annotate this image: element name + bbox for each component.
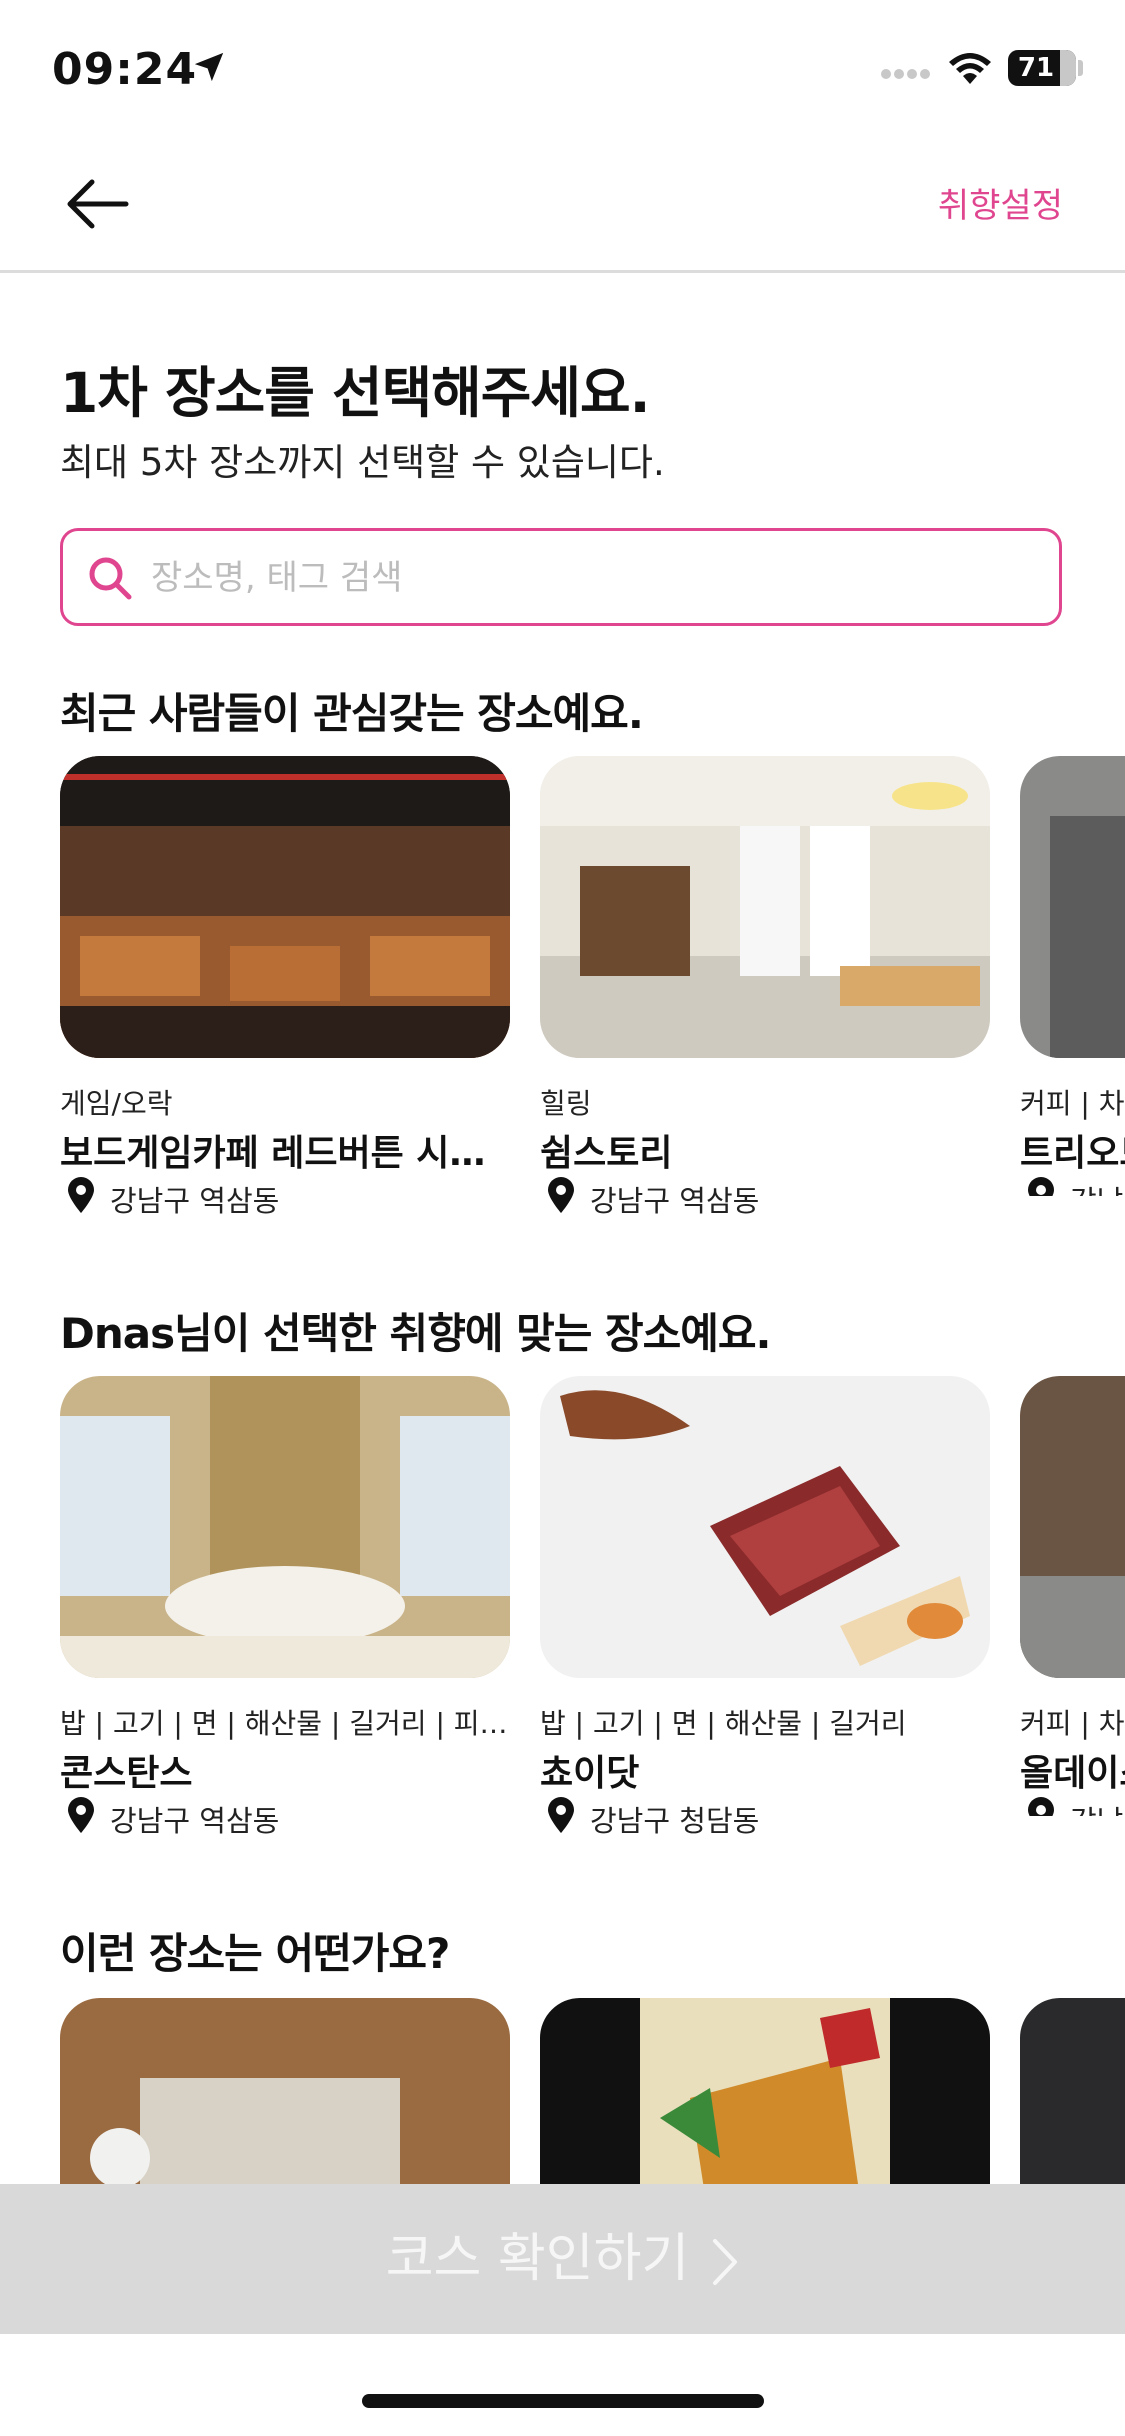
wifi-icon	[949, 53, 991, 84]
place-thumbnail	[1020, 756, 1125, 1058]
location-arrow-icon	[194, 52, 224, 82]
place-location: 강남구	[1020, 1176, 1125, 1196]
chevron-right-icon	[713, 2239, 738, 2285]
place-location-text: 강남구 청담동	[590, 1804, 760, 1838]
place-thumbnail	[60, 1998, 510, 2184]
place-name: 콘스탄스	[60, 1753, 193, 1794]
place-location: 강남구 역삼동	[60, 1176, 510, 1218]
preference-settings-link[interactable]: 취향설정	[938, 178, 1063, 227]
nav-divider	[0, 270, 1125, 273]
place-name: 쵸이닷	[540, 1753, 640, 1794]
place-category: 게임/오락	[60, 1087, 173, 1120]
place-card[interactable]: 커피 | 차, 올데이스 강남구	[1020, 1376, 1125, 1816]
map-pin-icon	[1028, 1177, 1054, 1196]
place-category: 힐링	[540, 1087, 592, 1120]
map-pin-icon	[68, 1177, 94, 1213]
battery-level: 71	[1017, 53, 1055, 83]
place-thumbnail	[540, 1998, 990, 2184]
search-box[interactable]	[60, 528, 1062, 626]
place-card[interactable]: 밥 | 고기 | 면 | 해산물 | 길거리 | 피… 콘스탄스 강남구 역삼동	[60, 1376, 510, 1838]
section-title-recommended: Dnas님이 선택한 취향에 맞는 장소예요.	[60, 1309, 772, 1358]
page-subtitle: 최대 5차 장소까지 선택할 수 있습니다.	[60, 441, 665, 484]
place-card[interactable]: 밥 | 고기 | 면 | 해산물 | 길거리 쵸이닷 강남구 청담동	[540, 1376, 990, 1838]
place-card[interactable]	[540, 1998, 990, 2184]
place-location-text: 강남구 역삼동	[590, 1184, 760, 1218]
place-location: 강남구 역삼동	[60, 1796, 510, 1838]
map-pin-icon	[548, 1797, 574, 1833]
view-course-button[interactable]: 코스 확인하기	[0, 2184, 1125, 2334]
place-thumbnail	[1020, 1376, 1125, 1678]
map-pin-icon	[68, 1797, 94, 1833]
place-location-text: 강남구 역삼동	[110, 1804, 280, 1838]
battery-cap	[1078, 60, 1083, 76]
place-category: 밥 | 고기 | 면 | 해산물 | 길거리	[540, 1707, 907, 1740]
place-location-text: 강남구	[1070, 1798, 1125, 1816]
signal-icon	[881, 69, 930, 79]
place-location: 강남구	[1020, 1796, 1125, 1816]
map-pin-icon	[1028, 1797, 1054, 1816]
place-name: 보드게임카페 레드버튼 시네…	[60, 1133, 510, 1174]
place-category: 커피 | 차,	[1020, 1087, 1125, 1120]
place-location: 강남구 청담동	[540, 1796, 990, 1838]
place-card[interactable]	[1020, 1998, 1125, 2184]
place-card[interactable]: 커피 | 차, 트리오드 강남구	[1020, 756, 1125, 1196]
place-thumbnail	[60, 1376, 510, 1678]
battery-icon: 71	[1008, 50, 1076, 86]
place-location-text: 강남구	[1070, 1178, 1125, 1196]
section-title-popular: 최근 사람들이 관심갖는 장소예요.	[60, 689, 644, 738]
page-title: 1차 장소를 선택해주세요.	[60, 361, 650, 425]
back-arrow-icon[interactable]	[60, 168, 132, 240]
place-name: 트리오드	[1020, 1133, 1125, 1174]
place-card[interactable]	[60, 1998, 510, 2184]
search-input[interactable]	[149, 531, 1033, 625]
place-name: 쉼스토리	[540, 1133, 673, 1174]
place-category: 밥 | 고기 | 면 | 해산물 | 길거리 | 피…	[60, 1707, 508, 1740]
place-thumbnail	[1020, 1998, 1125, 2184]
place-card[interactable]: 힐링 쉼스토리 강남구 역삼동	[540, 756, 990, 1218]
view-course-label: 코스 확인하기	[0, 2184, 1125, 2334]
place-location: 강남구 역삼동	[540, 1176, 990, 1218]
place-thumbnail	[540, 1376, 990, 1678]
place-name: 올데이스	[1020, 1753, 1125, 1794]
status-time: 09:24	[52, 44, 198, 95]
search-icon	[89, 557, 132, 600]
place-thumbnail	[60, 756, 510, 1058]
place-category: 커피 | 차,	[1020, 1707, 1125, 1740]
place-card[interactable]: 게임/오락 보드게임카페 레드버튼 시네… 강남구 역삼동	[60, 756, 510, 1218]
place-thumbnail	[540, 756, 990, 1058]
section-title-suggestions: 이런 장소는 어떤가요?	[60, 1929, 450, 1978]
place-location-text: 강남구 역삼동	[110, 1184, 280, 1218]
map-pin-icon	[548, 1177, 574, 1213]
home-indicator	[362, 2394, 764, 2408]
